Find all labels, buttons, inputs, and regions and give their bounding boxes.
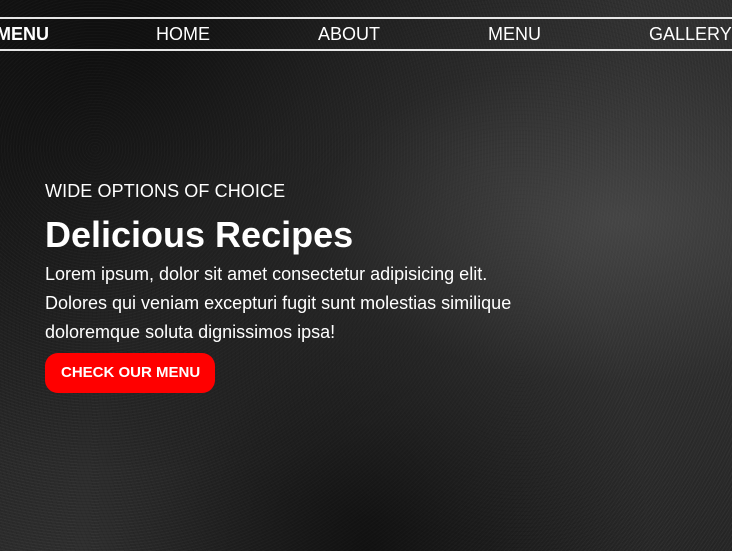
nav-brand-menu[interactable]: MENU: [0, 24, 49, 44]
hero-description-line-1: Lorem ipsum, dolor sit amet consectetur …: [45, 264, 488, 284]
nav-link-gallery[interactable]: GALLERY: [649, 24, 732, 44]
hero-description: Lorem ipsum, dolor sit amet consectetur …: [45, 260, 565, 347]
nav-link-home[interactable]: HOME: [156, 24, 210, 44]
nav-link-about[interactable]: ABOUT: [318, 24, 380, 44]
check-menu-button[interactable]: CHECK OUR MENU: [45, 353, 216, 393]
hero-description-line-2: Dolores qui veniam excepturi fugit sunt …: [45, 293, 512, 313]
hero-title: Delicious Recipes: [45, 214, 354, 255]
nav-link-menu[interactable]: MENU: [488, 24, 541, 44]
hero-description-line-3: doloremque soluta dignissimos ipsa!: [45, 322, 336, 342]
hero-kicker: WIDE OPTIONS OF CHOICE: [45, 181, 286, 201]
hero-section: WIDE OPTIONS OF CHOICE Delicious Recipes…: [45, 180, 565, 393]
top-navbar: MENU HOME ABOUT MENU GALLERY: [0, 17, 732, 51]
